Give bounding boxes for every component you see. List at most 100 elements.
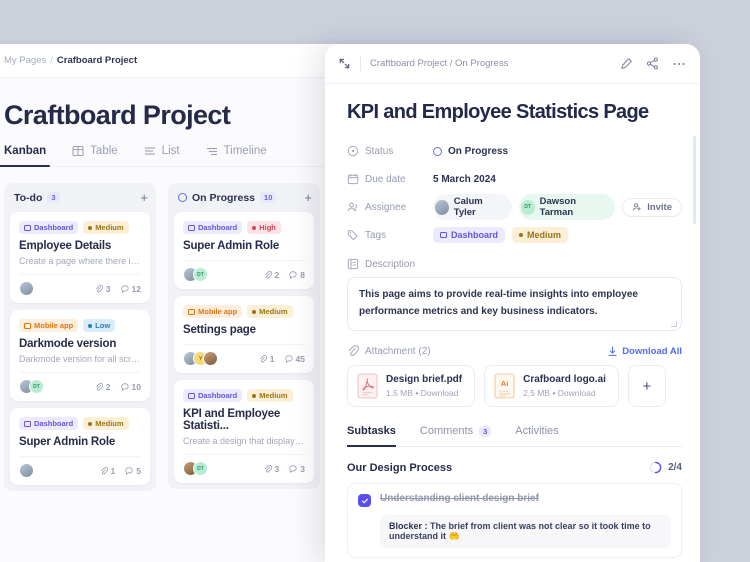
column-count: 3 (47, 192, 59, 203)
panel-content: KPI and Employee Statistics Page Status … (325, 84, 700, 562)
breadcrumb-separator: / (50, 55, 53, 66)
kanban-card[interactable]: Mobile app Low Darkmode version Darkmode… (10, 310, 150, 401)
download-all-button[interactable]: Download All (607, 346, 682, 357)
kanban-column-todo: To-do 3 + Dashboard Medium Employee Deta… (4, 183, 156, 491)
comment-count: 8 (289, 270, 305, 280)
description-textarea[interactable]: This page aims to provide real-time insi… (347, 277, 682, 331)
comment-icon (285, 355, 293, 363)
tab-comments[interactable]: Comments 3 (420, 425, 491, 446)
tab-subtasks[interactable]: Subtasks (347, 425, 396, 446)
panel-breadcrumb[interactable]: Craftboard Project / On Progress (370, 58, 508, 69)
kanban-card[interactable]: Dashboard Medium KPI and Employee Statis… (174, 380, 314, 483)
view-tab-label: List (162, 145, 180, 157)
ai-file-icon: Ai (494, 373, 515, 399)
card-footer: DT 2 8 (183, 260, 305, 282)
view-tab-list[interactable]: List (144, 145, 180, 166)
column-cards: Dashboard Medium Employee Details Create… (4, 212, 156, 491)
breadcrumb-current[interactable]: Crafboard Project (57, 55, 137, 66)
avatar-initials: DT (521, 200, 535, 215)
label-text: Due date (365, 174, 406, 185)
paperclip-icon (264, 465, 272, 473)
avatar (203, 351, 218, 366)
add-card-button[interactable]: + (304, 191, 312, 204)
card-tags: Mobile app Low (19, 319, 141, 332)
tab-label: Activities (515, 425, 558, 437)
property-label: Tags (347, 229, 433, 241)
card-meta: 1 45 (259, 354, 305, 364)
card-footer: DT 2 10 (19, 372, 141, 394)
property-value-status[interactable]: On Progress (433, 146, 508, 157)
tag-mobile-app: Mobile app (183, 305, 242, 318)
assignee-chip-dawson[interactable]: DT Dawson Tarman (519, 194, 615, 220)
add-card-button[interactable]: + (140, 191, 148, 204)
paperclip-icon (259, 355, 267, 363)
attachment-size: 2,5 MB (523, 388, 550, 398)
attachment-item-pdf[interactable]: Design brief.pdf 1,5 MB • Download (347, 365, 475, 407)
more-options-icon[interactable] (672, 57, 686, 71)
attachment-download-link[interactable]: Download (558, 388, 596, 398)
property-label: Status (347, 145, 433, 157)
download-all-label: Download All (622, 346, 682, 357)
download-icon (607, 346, 618, 357)
card-avatars: Y (183, 351, 218, 366)
property-value-due-date[interactable]: 5 March 2024 (433, 174, 496, 185)
attachment-meta: Design brief.pdf 1,5 MB • Download (386, 374, 462, 398)
kanban-card[interactable]: Dashboard Medium Employee Details Create… (10, 212, 150, 303)
subtask-item[interactable]: Understanding client design brief Blocke… (347, 483, 682, 558)
add-attachment-button[interactable]: + (628, 365, 666, 407)
avatar-initials: DT (29, 379, 44, 394)
tag-medium[interactable]: Medium (512, 227, 568, 243)
tag-medium: Medium (247, 389, 292, 402)
card-title: KPI and Employee Statisti... (183, 408, 305, 432)
kanban-card[interactable]: Dashboard Medium Super Admin Role 1 5 (10, 408, 150, 485)
label-text: Tags (365, 230, 386, 241)
resize-grip-icon[interactable] (671, 321, 677, 327)
tag-dashboard[interactable]: Dashboard (433, 227, 505, 243)
subtask-note: Blocker : The brief from client was not … (380, 515, 671, 548)
tag-high: High (247, 221, 281, 234)
collapse-diagonal-icon[interactable] (338, 57, 351, 70)
header-divider (360, 56, 361, 71)
attachment-list: Design brief.pdf 1,5 MB • Download Ai (347, 365, 682, 407)
tag-label: Dashboard (451, 230, 498, 240)
invite-button[interactable]: Invite (622, 198, 682, 217)
property-row-status: Status On Progress (347, 138, 682, 164)
kanban-card[interactable]: Dashboard High Super Admin Role DT (174, 212, 314, 289)
view-tab-label: Kanban (4, 145, 46, 157)
view-tab-kanban[interactable]: Kanban (4, 145, 46, 166)
subtask-checkbox[interactable] (358, 494, 371, 507)
share-icon[interactable] (646, 57, 659, 70)
comment-count: 10 (121, 382, 141, 392)
status-circle-icon (178, 193, 187, 202)
card-meta: 3 3 (264, 464, 305, 474)
property-label: Due date (347, 173, 433, 185)
tab-activities[interactable]: Activities (515, 425, 558, 446)
table-icon (72, 145, 84, 157)
subtask-progress: 2/4 (649, 461, 682, 474)
property-value-assignee: Calum Tyler DT Dawson Tarman Invite (433, 194, 682, 220)
detail-tabs: Subtasks Comments 3 Activities (347, 425, 682, 447)
tag-dashboard: Dashboard (183, 221, 242, 234)
attachment-count: 2 (95, 382, 111, 392)
kanban-card[interactable]: Mobile app Medium Settings page Y (174, 296, 314, 373)
tag-label: Mobile app (34, 321, 73, 330)
view-tab-timeline[interactable]: Timeline (206, 145, 267, 166)
card-footer: 3 12 (19, 274, 141, 296)
label-text: Status (365, 146, 393, 157)
tag-dashboard: Dashboard (19, 221, 78, 234)
card-footer: 1 5 (19, 456, 141, 478)
assignee-chip-calum[interactable]: Calum Tyler (433, 194, 512, 220)
panel-scrollbar-thumb[interactable] (693, 136, 696, 224)
paperclip-icon (100, 467, 108, 475)
tag-label: Medium (95, 223, 123, 232)
comment-icon (289, 465, 297, 473)
attachment-size: 1,5 MB (386, 388, 413, 398)
edit-icon[interactable] (620, 57, 633, 70)
calendar-icon (347, 173, 359, 185)
view-tab-table[interactable]: Table (72, 145, 118, 166)
column-header: On Progress 10 + (168, 183, 320, 212)
breadcrumb-root[interactable]: My Pages (4, 55, 46, 66)
attachment-item-ai[interactable]: Ai Crafboard logo.ai 2,5 MB • Download (484, 365, 619, 407)
attachment-download-link[interactable]: Download (421, 388, 459, 398)
note-text: The brief from client was not clear so i… (389, 521, 651, 541)
